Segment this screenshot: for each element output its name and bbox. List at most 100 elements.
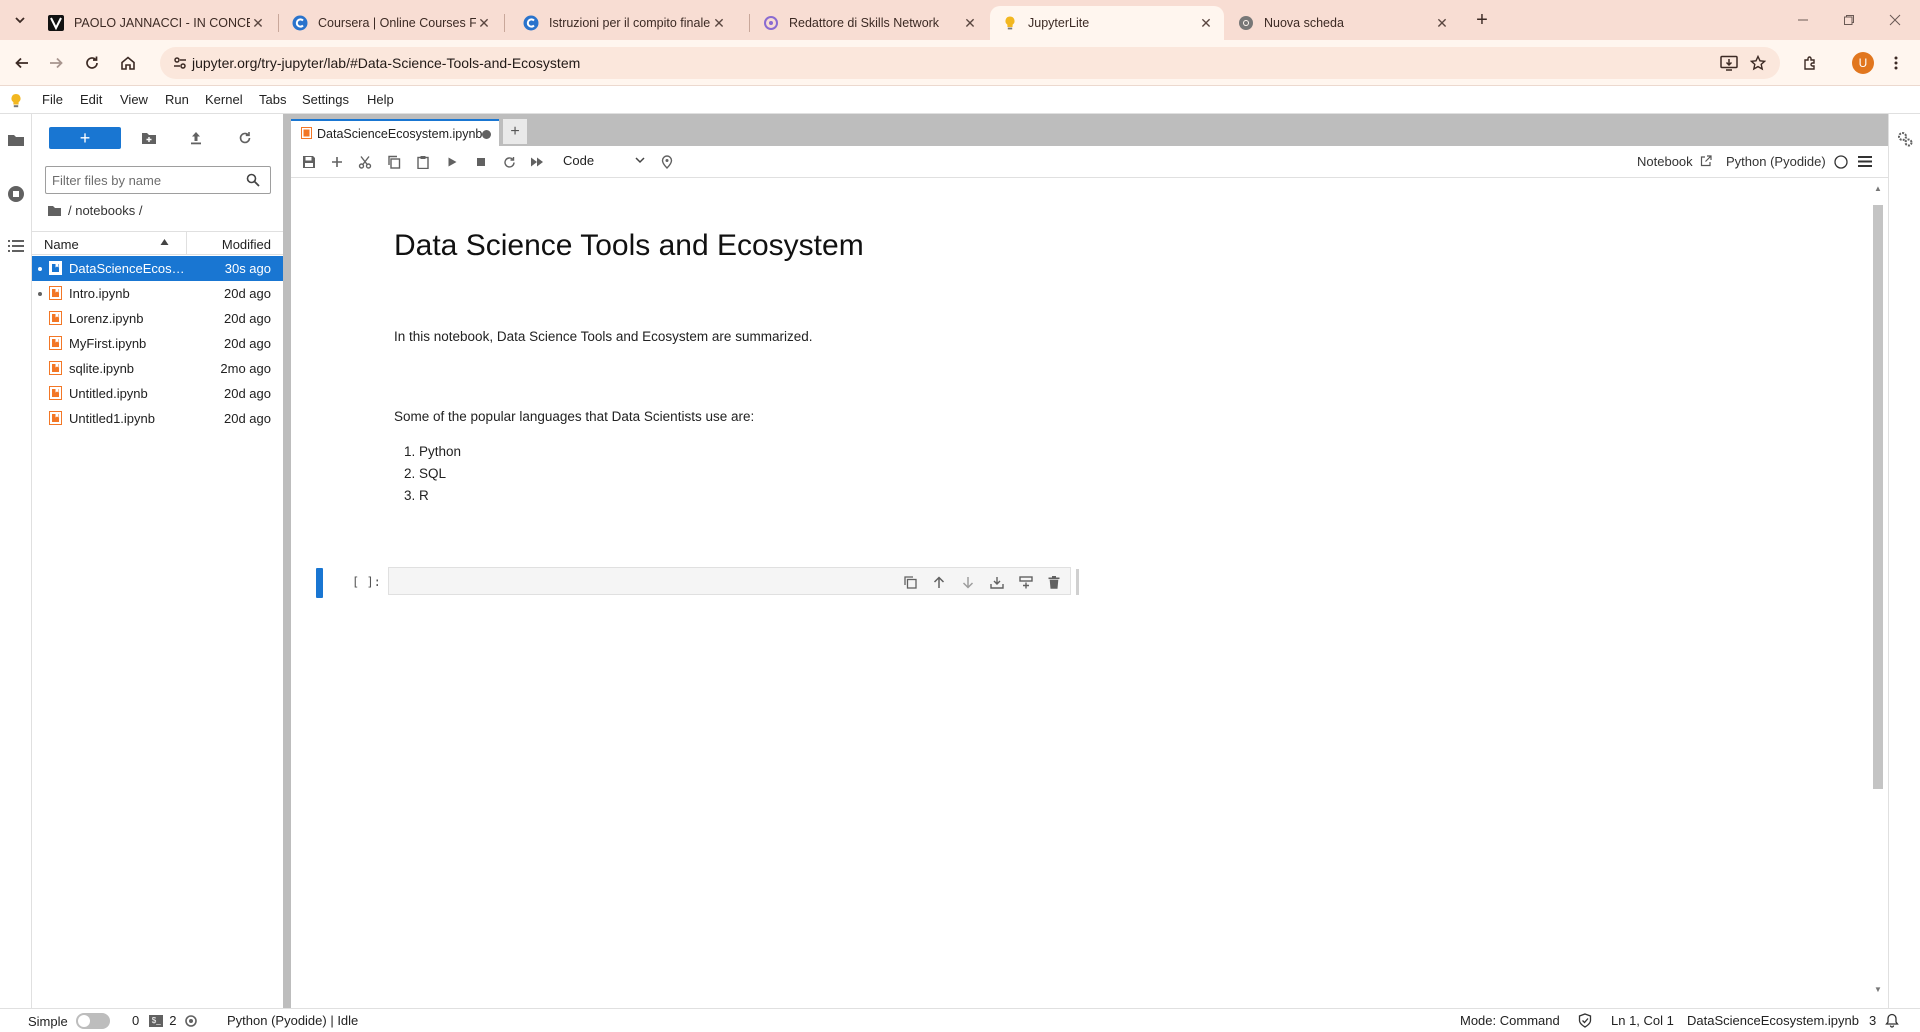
site-settings-icon[interactable] — [172, 55, 188, 71]
tab-title: Istruzioni per il compito finale: — [549, 16, 711, 30]
column-header-modified[interactable]: Modified — [222, 237, 271, 252]
menu-help[interactable]: Help — [367, 92, 394, 107]
move-cell-down-button[interactable] — [960, 574, 976, 590]
restart-kernel-button[interactable] — [501, 154, 517, 170]
menu-kernel[interactable]: Kernel — [205, 92, 243, 107]
install-app-icon[interactable] — [1720, 55, 1738, 71]
menu-file[interactable]: File — [42, 92, 63, 107]
file-filter-input[interactable] — [52, 171, 238, 189]
browser-menu-button[interactable] — [1884, 51, 1908, 75]
kernel-icon — [184, 1014, 198, 1028]
browser-tab-1[interactable]: PAOLO JANNACCI - IN CONCERT ✕ — [36, 6, 276, 40]
column-header-name[interactable]: Name — [44, 237, 79, 252]
insert-cell-below-button[interactable] — [1018, 574, 1034, 590]
bookmark-star-icon[interactable] — [1750, 55, 1766, 71]
browser-tab-4[interactable]: Redattore di Skills Network ✕ — [751, 6, 988, 40]
column-divider[interactable] — [186, 232, 187, 254]
close-tab-icon[interactable]: ✕ — [1198, 15, 1214, 31]
minimize-button[interactable] — [1780, 0, 1826, 40]
property-inspector-button[interactable] — [1896, 130, 1914, 148]
delete-cell-button[interactable] — [1046, 574, 1062, 590]
file-item-datascienceecosystem[interactable]: DataScienceEcosy... 30s ago — [32, 256, 283, 281]
file-item-sqlite[interactable]: sqlite.ipynb 2mo ago — [32, 356, 283, 381]
bell-icon[interactable] — [1885, 1013, 1899, 1028]
file-name: Untitled1.ipynb — [69, 411, 155, 426]
open-in-notebook-button[interactable]: Notebook — [1637, 154, 1693, 169]
cell-type-select[interactable]: Code — [563, 153, 645, 171]
run-cell-button[interactable] — [444, 154, 460, 170]
close-window-button[interactable] — [1872, 0, 1918, 40]
browser-tab-2[interactable]: Coursera | Online Courses From ✕ — [280, 6, 502, 40]
cursor-position[interactable]: Ln 1, Col 1 — [1611, 1013, 1674, 1028]
hamburger-menu-icon[interactable] — [1858, 155, 1872, 168]
forward-button[interactable] — [44, 51, 68, 75]
coursera-icon — [292, 15, 308, 31]
menu-tabs[interactable]: Tabs — [259, 92, 286, 107]
restore-button[interactable] — [1826, 0, 1872, 40]
address-bar[interactable]: jupyter.org/try-jupyter/lab/#Data-Scienc… — [160, 47, 1780, 79]
breadcrumb-path[interactable]: / notebooks / — [68, 203, 142, 218]
running-counts[interactable]: 0 $_ 2 — [132, 1013, 198, 1028]
save-button[interactable] — [301, 154, 317, 170]
folder-icon[interactable] — [47, 204, 62, 217]
code-cell-editor[interactable] — [388, 567, 1071, 595]
debugger-button[interactable] — [659, 154, 675, 170]
duplicate-cell-button[interactable] — [902, 574, 918, 590]
home-button[interactable] — [116, 51, 140, 75]
document-tab-datascienceecosystem[interactable]: DataScienceEcosystem.ipynb — [291, 119, 499, 146]
unsaved-indicator-icon[interactable] — [482, 130, 491, 139]
reload-button[interactable] — [80, 51, 104, 75]
browser-tab-6[interactable]: Nuova scheda ✕ — [1226, 6, 1460, 40]
scroll-up-arrow-icon[interactable]: ▲ — [1873, 184, 1883, 194]
stop-circle-icon — [8, 186, 24, 202]
cut-button[interactable] — [357, 154, 373, 170]
simple-mode-toggle[interactable] — [75, 1013, 110, 1029]
scrollbar-thumb[interactable] — [1873, 205, 1883, 789]
tab-search-button[interactable] — [8, 8, 32, 32]
insert-cell-above-button[interactable] — [989, 574, 1005, 590]
cell-collapser[interactable] — [1076, 569, 1079, 595]
new-tab-button[interactable]: + — [1470, 8, 1494, 32]
close-tab-icon[interactable]: ✕ — [476, 15, 492, 31]
back-button[interactable] — [10, 51, 34, 75]
interrupt-kernel-button[interactable] — [473, 154, 489, 170]
menu-run[interactable]: Run — [165, 92, 189, 107]
running-sessions-button[interactable] — [6, 184, 26, 204]
move-cell-up-button[interactable] — [931, 574, 947, 590]
close-tab-icon[interactable]: ✕ — [1434, 15, 1450, 31]
new-document-tab-button[interactable]: + — [503, 119, 527, 144]
browser-tab-5-active[interactable]: JupyterLite ✕ — [990, 6, 1224, 40]
duplicate-icon — [903, 575, 917, 589]
file-list: DataScienceEcosy... 30s ago Intro.ipynb … — [32, 256, 283, 431]
file-browser-tab-button[interactable] — [6, 130, 26, 150]
new-folder-button[interactable] — [139, 128, 159, 148]
menu-edit[interactable]: Edit — [80, 92, 102, 107]
kernel-status[interactable]: Python (Pyodide) | Idle — [227, 1013, 358, 1028]
panel-splitter[interactable] — [283, 114, 291, 1012]
file-item-untitled[interactable]: Untitled.ipynb 20d ago — [32, 381, 283, 406]
table-of-contents-button[interactable] — [6, 236, 26, 256]
menu-settings[interactable]: Settings — [302, 92, 349, 107]
close-tab-icon[interactable]: ✕ — [711, 15, 727, 31]
paste-button[interactable] — [415, 154, 431, 170]
close-tab-icon[interactable]: ✕ — [962, 15, 978, 31]
file-item-intro[interactable]: Intro.ipynb 20d ago — [32, 281, 283, 306]
extensions-button[interactable] — [1798, 51, 1822, 75]
notebook-scrollbar[interactable]: ▲ ▼ — [1868, 179, 1888, 1000]
file-item-myfirst[interactable]: MyFirst.ipynb 20d ago — [32, 331, 283, 356]
copy-button[interactable] — [386, 154, 402, 170]
browser-tab-3[interactable]: Istruzioni per il compito finale: ✕ — [511, 6, 737, 40]
file-item-lorenz[interactable]: Lorenz.ipynb 20d ago — [32, 306, 283, 331]
profile-avatar[interactable]: U — [1852, 52, 1874, 74]
kernel-name-button[interactable]: Python (Pyodide) — [1726, 154, 1826, 169]
insert-cell-button[interactable] — [329, 154, 345, 170]
file-item-untitled1[interactable]: Untitled1.ipynb 20d ago — [32, 406, 283, 431]
scroll-down-arrow-icon[interactable]: ▼ — [1873, 985, 1883, 995]
restart-run-all-button[interactable] — [529, 154, 545, 170]
menu-view[interactable]: View — [120, 92, 148, 107]
refresh-file-list-button[interactable] — [235, 128, 255, 148]
active-cell-marker[interactable] — [316, 568, 323, 598]
upload-button[interactable] — [186, 128, 206, 148]
new-launcher-button[interactable]: + — [49, 127, 121, 149]
close-tab-icon[interactable]: ✕ — [250, 15, 266, 31]
